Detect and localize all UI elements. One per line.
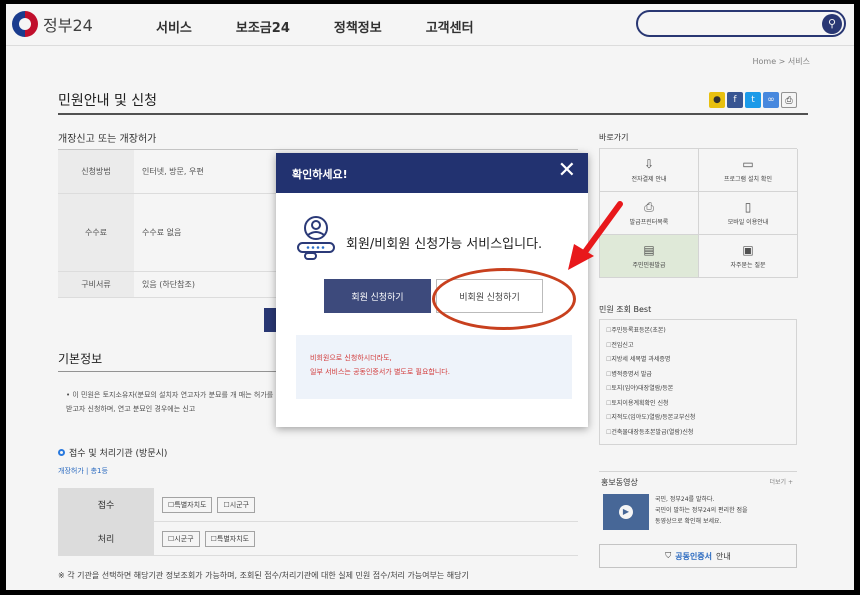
member-apply-button[interactable]: 회원 신청하기: [324, 279, 431, 313]
modal-info-line: 일부 서비스는 공동인증서가 별도로 필요합니다.: [310, 368, 450, 376]
modal-info-box: 비회원으로 신청하시더라도, 일부 서비스는 공동인증서가 별도로 필요합니다.: [296, 335, 572, 399]
browser-frame: 정부24 서비스 보조금24 정책정보 고객센터 ⚲ Home > 서비스 민원…: [6, 4, 854, 590]
modal-message: 회원/비회원 신청가능 서비스입니다.: [346, 237, 543, 252]
close-icon[interactable]: ✕: [558, 159, 576, 183]
user-card-icon: [297, 216, 335, 260]
highlight-arrow-icon: [568, 201, 623, 270]
modal-header: 확인하세요! ✕: [276, 153, 588, 193]
modal-info-line: 비회원으로 신청하시더라도,: [310, 354, 392, 362]
highlight-oval: [432, 268, 576, 330]
modal-title: 확인하세요!: [292, 168, 348, 181]
